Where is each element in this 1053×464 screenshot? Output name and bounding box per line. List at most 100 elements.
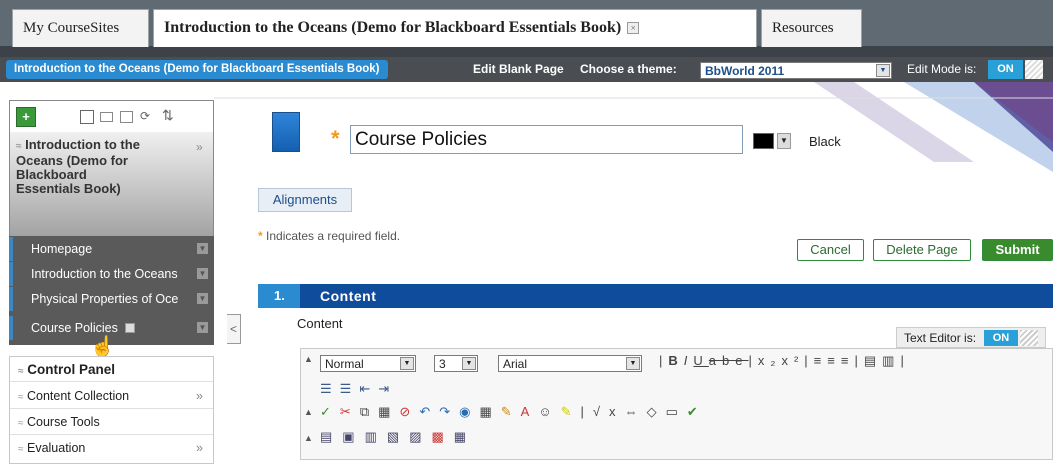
- tab-my-coursesites[interactable]: My CourseSites: [12, 9, 149, 47]
- folder-view-icon[interactable]: [100, 112, 113, 122]
- chevron-down-icon[interactable]: ▼: [197, 322, 208, 333]
- color-swatch[interactable]: [753, 133, 774, 149]
- control-panel-title[interactable]: ≈ Control Panel: [10, 357, 213, 382]
- expand-icon[interactable]: »: [196, 384, 203, 409]
- indent-icon[interactable]: ⇥: [378, 381, 397, 396]
- superscript-icon[interactable]: x²: [781, 353, 804, 368]
- breadcrumb[interactable]: Introduction to the Oceans (Demo for Bla…: [6, 60, 388, 79]
- edit-mode-toggle[interactable]: ON: [988, 60, 1023, 79]
- menu-item-homepage[interactable]: Homepage ▼: [9, 237, 214, 261]
- cp-item-label: Content Collection: [26, 389, 130, 403]
- chevron-down-icon[interactable]: ▼: [197, 293, 208, 304]
- cp-item-evaluation[interactable]: ≈ Evaluation »: [10, 436, 213, 461]
- expand-down-icon: ≈: [18, 444, 24, 455]
- cp-item-course-tools[interactable]: ≈ Course Tools: [10, 410, 213, 435]
- expand-icon[interactable]: »: [196, 436, 203, 461]
- menu-item-label: Physical Properties of Oce: [31, 292, 179, 306]
- insert-flash-icon[interactable]: ▩: [431, 429, 453, 444]
- pencil-icon[interactable]: ✎: [501, 404, 521, 419]
- highlight-icon[interactable]: ✎: [561, 404, 581, 419]
- required-note-text: Indicates a required field.: [266, 229, 401, 243]
- menu-item-physical-properties[interactable]: Physical Properties of Oce ▼: [9, 287, 214, 311]
- link-icon[interactable]: ◉: [459, 404, 479, 419]
- insert-image-icon[interactable]: ▣: [342, 429, 364, 444]
- chevron-down-icon[interactable]: ▼: [197, 243, 208, 254]
- redo-icon[interactable]: ↷: [439, 404, 459, 419]
- collapse-menu-button[interactable]: <: [227, 314, 241, 344]
- math-icon[interactable]: √x: [593, 404, 625, 419]
- italic-icon[interactable]: I: [684, 353, 694, 368]
- insert-buttons: ▤▣▥▧▨▩▦: [320, 429, 476, 445]
- reorder-icon[interactable]: ⇅: [162, 107, 174, 124]
- course-title-block[interactable]: ≈ Introduction to the Oceans (Demo for B…: [9, 132, 214, 236]
- alignments-button[interactable]: Alignments: [258, 188, 352, 212]
- menu-item-label: Course Policies: [31, 321, 118, 335]
- align-center-icon[interactable]: ≡: [827, 353, 841, 368]
- cut-icon[interactable]: ✂: [340, 404, 360, 419]
- separator: |: [748, 353, 758, 368]
- cancel-button[interactable]: Cancel: [797, 239, 864, 261]
- collapse-toolbar-icon[interactable]: ▲: [304, 407, 313, 417]
- emoticon-icon[interactable]: ☺: [538, 404, 560, 419]
- tab-close-icon[interactable]: ×: [627, 22, 640, 35]
- tab-course[interactable]: Introduction to the Oceans (Demo for Bla…: [153, 9, 757, 47]
- paste-icon[interactable]: ▤: [864, 353, 882, 368]
- insert-video-icon[interactable]: ▧: [387, 429, 409, 444]
- chevron-down-icon[interactable]: ▼: [197, 268, 208, 279]
- control-panel-title-text: Control Panel: [27, 362, 116, 377]
- check-icon[interactable]: ✔: [687, 404, 707, 419]
- tab-resources[interactable]: Resources: [761, 9, 862, 47]
- editor-toolbar: ▲ Normal ▼ 3 ▼ Arial ▼ |BIUabe|x₂x²|≡≡≡|▤▥|…: [300, 348, 1053, 460]
- fullscreen-icon[interactable]: ▭: [666, 404, 687, 419]
- font-select[interactable]: Arial ▼: [498, 355, 642, 372]
- chevron-down-icon: ▼: [626, 357, 640, 370]
- attach-file-icon[interactable]: ▤: [320, 429, 342, 444]
- subscript-icon[interactable]: x₂: [758, 353, 782, 368]
- paste-word-icon[interactable]: ▥: [882, 353, 900, 368]
- format-select[interactable]: Normal ▼: [320, 355, 416, 372]
- menu-item-introduction[interactable]: Introduction to the Oceans ▼: [9, 262, 214, 286]
- required-star-icon: *: [258, 229, 263, 243]
- mashup-icon[interactable]: ⇔: [625, 404, 647, 419]
- outdent-icon[interactable]: ⇤: [359, 381, 378, 396]
- collapse-up-icon: ≈: [18, 366, 24, 377]
- list-view-icon[interactable]: [80, 110, 94, 124]
- delete-page-button[interactable]: Delete Page: [873, 239, 971, 261]
- font-color-icon[interactable]: A: [521, 404, 539, 419]
- size-select[interactable]: 3 ▼: [434, 355, 478, 372]
- insert-audio-icon[interactable]: ▨: [409, 429, 431, 444]
- collapse-up-icon: ≈: [16, 141, 22, 152]
- insert-mashup-icon[interactable]: ▦: [454, 429, 476, 444]
- collapse-toolbar-icon[interactable]: ▲: [304, 433, 313, 443]
- theme-select-value: BbWorld 2011: [705, 64, 785, 78]
- text-editor-toggle[interactable]: ON: [984, 330, 1018, 346]
- required-star-icon: *: [331, 126, 340, 151]
- strikethrough-icon[interactable]: abe: [709, 353, 749, 368]
- align-left-icon[interactable]: ≡: [814, 353, 828, 368]
- unlink-icon[interactable]: ⊘: [399, 404, 419, 419]
- add-menu-item-button[interactable]: +: [16, 107, 36, 127]
- paste-icon[interactable]: ▦: [378, 404, 399, 419]
- bold-icon[interactable]: B: [668, 353, 683, 368]
- format-select-value: Normal: [325, 357, 364, 371]
- copy-icon[interactable]: ⧉: [360, 404, 378, 419]
- undo-icon[interactable]: ↶: [419, 404, 439, 419]
- table-icon[interactable]: ▦: [479, 404, 500, 419]
- bullet-list-icon[interactable]: ☰: [340, 381, 360, 396]
- refresh-icon[interactable]: ⟳: [140, 109, 150, 123]
- edit-page-label: Edit Blank Page: [473, 62, 564, 76]
- collapse-toolbar-icon[interactable]: ▲: [304, 354, 313, 364]
- color-picker-chevron-icon[interactable]: ▼: [777, 133, 791, 149]
- insert-media-icon[interactable]: ▥: [365, 429, 387, 444]
- window-icon[interactable]: [120, 111, 133, 123]
- spellcheck-icon[interactable]: ✓: [320, 404, 340, 419]
- underline-icon[interactable]: U: [693, 353, 708, 368]
- numbered-list-icon[interactable]: ☰: [320, 381, 340, 396]
- html-icon[interactable]: ◇: [647, 404, 666, 419]
- expand-icon[interactable]: »: [196, 140, 203, 154]
- title-input[interactable]: Course Policies: [350, 125, 743, 154]
- align-right-icon[interactable]: ≡: [841, 353, 855, 368]
- submit-button[interactable]: Submit: [982, 239, 1053, 261]
- cp-item-content-collection[interactable]: ≈ Content Collection »: [10, 384, 213, 409]
- theme-select[interactable]: BbWorld 2011 ▼: [700, 62, 892, 79]
